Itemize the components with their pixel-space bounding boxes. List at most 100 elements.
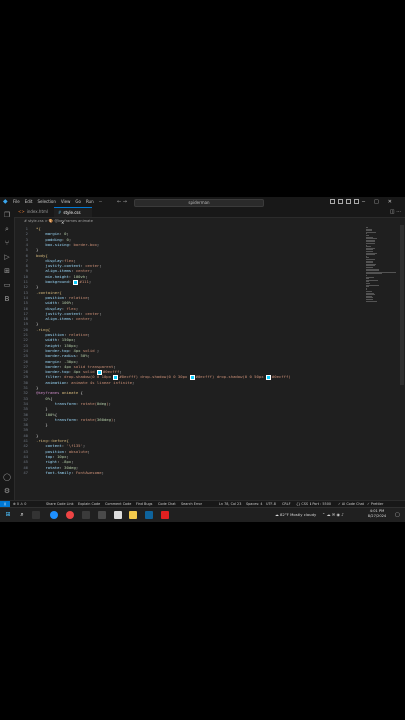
command-search-box[interactable]: spiderman xyxy=(134,199,264,207)
code-token: '\f135' xyxy=(66,443,83,449)
menu-go[interactable]: Go xyxy=(75,197,81,207)
toggle-panel-icon[interactable] xyxy=(338,199,343,204)
task-view-icon[interactable] xyxy=(32,511,40,519)
code-line[interactable]: 47 font-family: FontAwesome; xyxy=(14,470,364,475)
code-token: border-radius xyxy=(36,353,76,359)
weather-text: 82°F Mostly cloudy xyxy=(280,512,317,517)
code-token: rotate xyxy=(36,464,60,470)
code-token: align-items xyxy=(36,316,72,322)
start-menu-icon[interactable]: ⊞ xyxy=(4,511,12,519)
code-token: ; xyxy=(71,459,74,465)
taskbar-clock[interactable]: 4:01 PM 8/27/2024 xyxy=(362,509,392,519)
code-token: animation xyxy=(36,379,67,385)
code-token: position xyxy=(36,332,65,337)
code-token: } xyxy=(36,385,39,390)
code-token: ; xyxy=(89,316,93,322)
code-token: #0ecfff xyxy=(102,369,120,375)
minimize-icon[interactable]: ─ xyxy=(362,197,365,207)
menu-run[interactable]: Run xyxy=(86,197,94,207)
code-token: filter xyxy=(36,374,60,380)
weather-widget[interactable]: ☁ 82°F Mostly cloudy xyxy=(275,511,316,519)
code-token: ; xyxy=(87,332,90,337)
extensions-icon[interactable]: ⊞ xyxy=(3,267,11,275)
code-token: content xyxy=(36,443,62,449)
menu-more[interactable]: ··· xyxy=(99,197,103,207)
code-token: position xyxy=(36,448,65,454)
code-token: width xyxy=(36,300,58,306)
settings-gear-icon[interactable]: ⚙ xyxy=(3,487,11,495)
code-token: body{ xyxy=(36,252,48,258)
nav-arrows[interactable]: ← → xyxy=(117,197,127,207)
notification-icon[interactable]: ▢ xyxy=(395,512,402,519)
code-token: ; xyxy=(75,342,79,348)
youtube-icon[interactable] xyxy=(161,511,169,519)
search-icon[interactable]: ⌕ xyxy=(3,225,11,233)
code-token: font-family xyxy=(36,469,72,475)
run-debug-icon[interactable]: ▷ xyxy=(3,253,11,261)
toggle-sidebar-icon[interactable] xyxy=(330,199,335,204)
maximize-icon[interactable]: □ xyxy=(374,197,379,207)
tab-style-css[interactable]: # style.css × xyxy=(54,207,92,225)
minimap-line xyxy=(366,231,377,233)
vertical-scrollbar[interactable] xyxy=(400,225,404,385)
code-token: display xyxy=(36,257,62,263)
code-token: solid xyxy=(80,369,97,375)
chrome-browser-icon[interactable] xyxy=(66,511,74,519)
code-token: ; xyxy=(71,300,74,306)
edge-browser-icon[interactable] xyxy=(50,511,58,519)
code-token: absolute xyxy=(68,448,88,454)
menu-edit[interactable]: Edit xyxy=(25,197,33,207)
split-editor-icon[interactable]: ◫ ··· xyxy=(390,207,401,217)
minimap[interactable] xyxy=(364,225,400,500)
code-token: { xyxy=(54,411,58,417)
app-icon[interactable] xyxy=(82,511,90,519)
code-token: height xyxy=(36,342,60,348)
tab-index-html[interactable]: <> index.html xyxy=(14,207,54,217)
system-tray-icons[interactable]: ⌃ ☁ ✉ ◉ ♪ xyxy=(322,512,344,517)
css-icon: # xyxy=(58,210,62,215)
code-token: margin xyxy=(36,358,60,364)
app-icon[interactable] xyxy=(98,511,106,519)
code-token: 100% xyxy=(36,411,55,417)
source-control-icon[interactable]: ⑂ xyxy=(3,239,11,247)
remote-explorer-icon[interactable]: ▭ xyxy=(3,281,11,289)
code-token: 100% xyxy=(61,300,72,306)
code-token: @keyframes xyxy=(36,390,60,396)
code-token: ; xyxy=(89,268,93,274)
code-token: align-items xyxy=(36,268,72,274)
tab-label: index.html xyxy=(26,209,49,214)
code-token: } xyxy=(36,247,39,253)
code-token: 360deg xyxy=(96,416,111,422)
code-token: border-top xyxy=(36,369,69,375)
breadcrumb[interactable]: # style.css > 🎨 @keyframes animate xyxy=(14,218,405,225)
app-icon[interactable] xyxy=(114,511,122,519)
explorer-icon[interactable]: ❐ xyxy=(3,211,11,219)
code-token: ; xyxy=(87,353,90,359)
code-token: ; xyxy=(96,241,100,247)
close-window-icon[interactable]: ✕ xyxy=(388,197,392,207)
file-explorer-icon[interactable] xyxy=(129,511,137,519)
code-token: ; xyxy=(119,369,122,375)
code-token: relative xyxy=(68,294,88,300)
menu-file[interactable]: File xyxy=(13,197,20,207)
code-token: 4px xyxy=(73,369,81,375)
live-share-icon[interactable]: B xyxy=(3,295,11,303)
code-editor[interactable]: 1 *{2 margin: 0; 3 padding: 0; 4 box-sizing… xyxy=(14,225,364,500)
account-icon[interactable]: ◯ xyxy=(3,473,11,481)
code-token: ; xyxy=(85,273,88,279)
code-token: flex xyxy=(66,305,76,311)
menu-selection[interactable]: Selection xyxy=(37,197,55,207)
code-token: -8px xyxy=(61,459,72,465)
menu-view[interactable]: View xyxy=(61,197,71,207)
code-token: ; xyxy=(113,363,116,369)
toggle-secondary-sidebar-icon[interactable] xyxy=(346,199,351,204)
customize-layout-icon[interactable] xyxy=(354,199,359,204)
code-token: #0ecfff) drop-shadow(0 0 50px xyxy=(195,374,266,380)
vscode-taskbar-icon[interactable] xyxy=(145,511,153,519)
clock-date: 8/27/2024 xyxy=(367,514,387,518)
code-token: right xyxy=(36,459,58,465)
taskbar-search-icon[interactable]: ⌕ xyxy=(18,511,26,519)
code-token: transform xyxy=(36,416,76,422)
code-token: border-top xyxy=(36,347,69,353)
code-token: ; xyxy=(88,279,92,284)
